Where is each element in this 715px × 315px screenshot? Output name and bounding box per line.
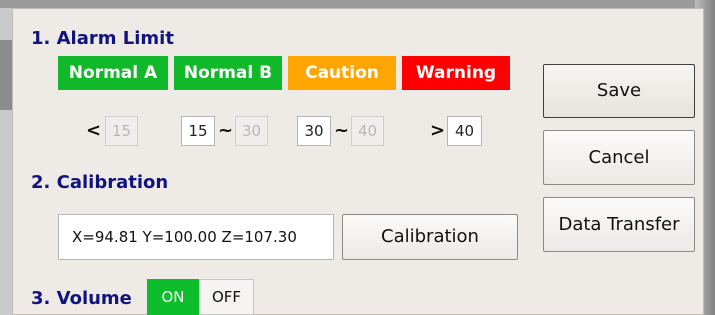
warning-min-field[interactable]: 40 bbox=[447, 116, 482, 146]
range-tilde: ~ bbox=[334, 120, 350, 141]
calibration-values-field: X=94.81 Y=100.00 Z=107.30 bbox=[58, 214, 334, 260]
range-tilde: ~ bbox=[218, 120, 234, 141]
normal-b-min-field[interactable]: 15 bbox=[181, 116, 215, 146]
save-button[interactable]: Save bbox=[543, 64, 695, 118]
caution-max-field: 40 bbox=[351, 116, 384, 146]
greater-than-symbol: > bbox=[430, 120, 446, 141]
level-normal-a-badge: Normal A bbox=[58, 56, 168, 90]
data-transfer-button[interactable]: Data Transfer bbox=[543, 197, 695, 252]
level-warning-badge: Warning bbox=[402, 56, 510, 90]
normal-b-max-field: 30 bbox=[235, 116, 268, 146]
normal-a-max-field: 15 bbox=[105, 116, 138, 146]
level-caution-badge: Caution bbox=[288, 56, 396, 90]
caution-min-field[interactable]: 30 bbox=[297, 116, 331, 146]
volume-on-toggle[interactable]: ON bbox=[147, 279, 199, 315]
level-normal-b-badge: Normal B bbox=[174, 56, 282, 90]
volume-heading: 3. Volume bbox=[31, 288, 132, 309]
volume-off-toggle[interactable]: OFF bbox=[199, 279, 254, 315]
cancel-button[interactable]: Cancel bbox=[543, 130, 695, 185]
less-than-symbol: < bbox=[86, 120, 102, 141]
background-window-edge bbox=[0, 0, 715, 8]
calibration-heading: 2. Calibration bbox=[31, 172, 169, 193]
alarm-limit-heading: 1. Alarm Limit bbox=[31, 28, 174, 49]
calibration-button[interactable]: Calibration bbox=[342, 214, 518, 260]
